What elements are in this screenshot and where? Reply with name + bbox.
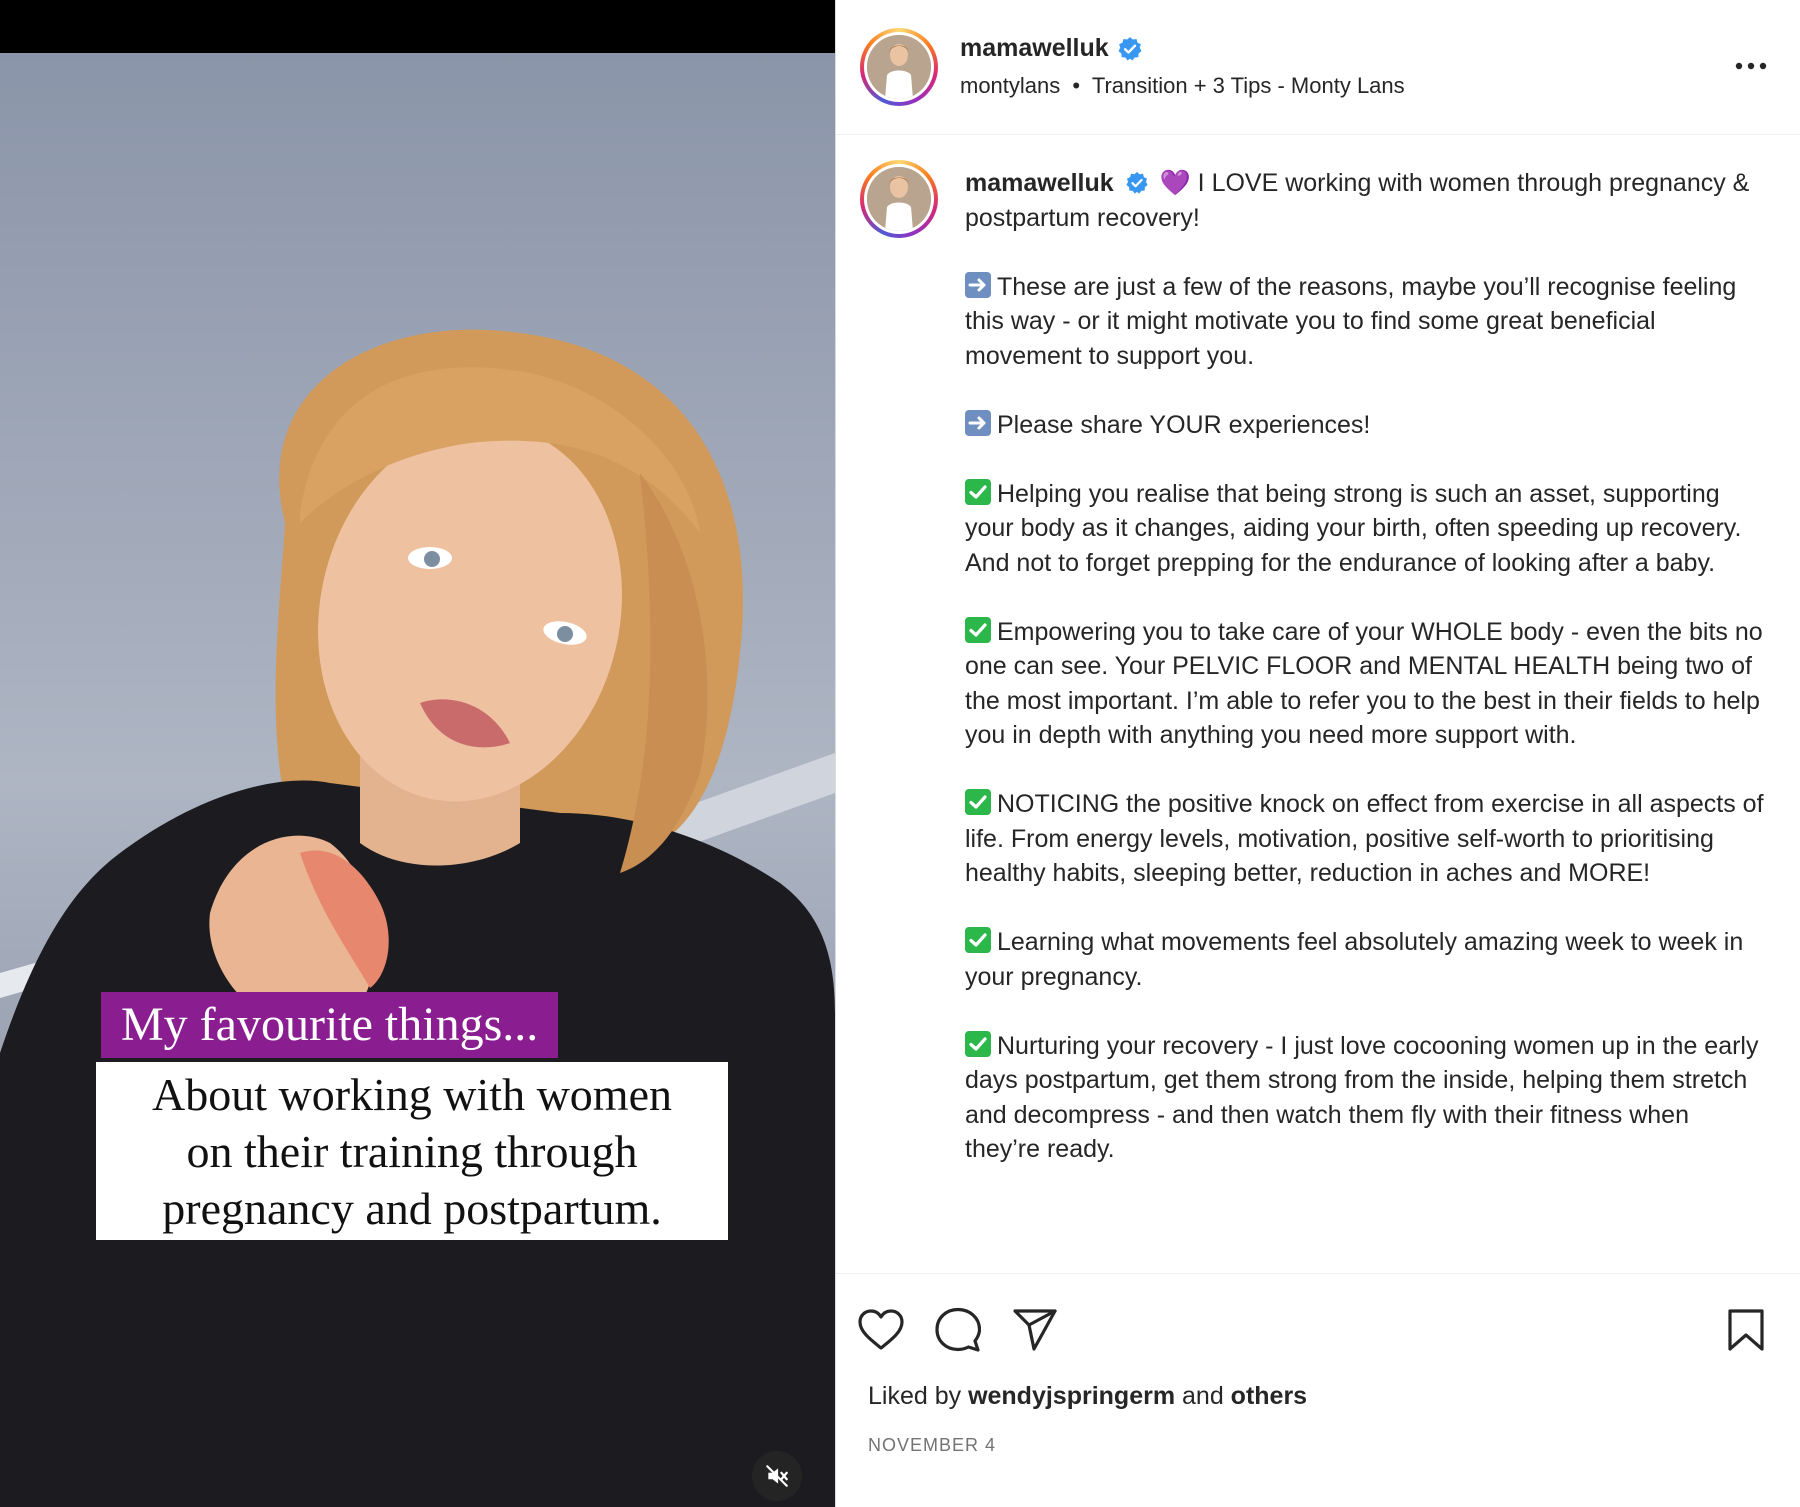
audio-title[interactable]: Transition + 3 Tips - Monty Lans bbox=[1092, 73, 1405, 98]
check-mark-emoji bbox=[965, 616, 991, 643]
header-username-row: mamawelluk bbox=[960, 34, 1143, 63]
caption-paragraph-text: Helping you realise that being strong is… bbox=[965, 479, 1742, 577]
video-caption-line: pregnancy and postpartum. bbox=[162, 1183, 662, 1234]
reel-video-player[interactable]: My favourite things... About working wit… bbox=[0, 0, 835, 1507]
liked-others[interactable]: others bbox=[1231, 1382, 1307, 1410]
caption-paragraph: Please share YOUR experiences! bbox=[965, 408, 1765, 443]
caption-paragraph: Learning what movements feel absolutely … bbox=[965, 925, 1765, 994]
muted-speaker-icon bbox=[766, 1465, 788, 1487]
arrow-right-emoji bbox=[965, 271, 991, 298]
video-caption-line: on their training through bbox=[186, 1126, 638, 1177]
paper-plane-icon bbox=[1013, 1309, 1057, 1351]
avatar-photo bbox=[867, 167, 931, 231]
comment-button[interactable] bbox=[933, 1305, 983, 1355]
video-person-illustration bbox=[0, 53, 835, 1507]
check-mark-emoji bbox=[965, 927, 991, 953]
check-mark-emoji bbox=[965, 478, 991, 505]
avatar[interactable] bbox=[860, 28, 938, 106]
post-date[interactable]: NOVEMBER 4 bbox=[868, 1435, 996, 1456]
post-header: mamawelluk montylans • Transition + 3 Ti… bbox=[836, 0, 1800, 135]
video-caption-heading: My favourite things... bbox=[101, 992, 559, 1058]
caption-paragraph: These are just a few of the reasons, may… bbox=[965, 270, 1765, 374]
verified-badge-icon bbox=[1126, 172, 1148, 194]
purple-heart-emoji: 💜 bbox=[1159, 169, 1191, 197]
caption-paragraph: Nurturing your recovery - I just love co… bbox=[965, 1029, 1765, 1167]
arrow-right-emoji bbox=[965, 409, 991, 436]
caption-paragraph-text: These are just a few of the reasons, may… bbox=[965, 272, 1737, 370]
bookmark-icon bbox=[1728, 1309, 1764, 1351]
caption-paragraph: Empowering you to take care of your WHOL… bbox=[965, 615, 1765, 753]
caption-intro: mamawelluk 💜 I LOVE working with women t… bbox=[965, 166, 1765, 235]
audio-attribution[interactable]: montylans • Transition + 3 Tips - Monty … bbox=[960, 73, 1405, 99]
liked-prefix: Liked by bbox=[868, 1382, 969, 1410]
caption-paragraph-text: Please share YOUR experiences! bbox=[997, 410, 1371, 439]
save-button[interactable] bbox=[1721, 1305, 1771, 1355]
caption-username[interactable]: mamawelluk bbox=[965, 169, 1114, 197]
check-mark-emoji bbox=[965, 789, 991, 815]
caption-paragraph-text: NOTICING the positive knock on effect fr… bbox=[965, 790, 1764, 887]
more-options-icon bbox=[1735, 62, 1767, 70]
video-frame[interactable]: My favourite things... About working wit… bbox=[0, 53, 835, 1507]
liked-and: and bbox=[1175, 1382, 1231, 1410]
caption-paragraph-text: Empowering you to take care of your WHOL… bbox=[965, 617, 1763, 750]
caption-paragraph-text: Learning what movements feel absolutely … bbox=[965, 928, 1744, 991]
post-caption: mamawelluk 💜 I LOVE working with women t… bbox=[965, 166, 1765, 1201]
like-button[interactable] bbox=[856, 1305, 906, 1355]
audio-username[interactable]: montylans bbox=[960, 73, 1060, 98]
audio-separator: • bbox=[1072, 73, 1081, 98]
share-button[interactable] bbox=[1010, 1305, 1060, 1355]
caption-paragraph: Helping you realise that being strong is… bbox=[965, 477, 1765, 581]
verified-badge-icon bbox=[1118, 36, 1142, 60]
mute-toggle-button[interactable] bbox=[752, 1451, 802, 1501]
comments-section[interactable]: mamawelluk 💜 I LOVE working with women t… bbox=[836, 136, 1800, 1273]
post-actions: Liked by wendyjspringerm and others NOVE… bbox=[836, 1273, 1800, 1507]
likes-summary[interactable]: Liked by wendyjspringerm and others bbox=[868, 1382, 1307, 1411]
more-options-button[interactable] bbox=[1726, 48, 1776, 84]
check-mark-emoji bbox=[965, 1030, 991, 1057]
video-caption-body: About working with women on their traini… bbox=[96, 1062, 728, 1240]
caption-paragraph: NOTICING the positive knock on effect fr… bbox=[965, 787, 1765, 891]
header-username[interactable]: mamawelluk bbox=[960, 34, 1109, 63]
liked-user[interactable]: wendyjspringerm bbox=[968, 1382, 1175, 1410]
heart-icon bbox=[858, 1309, 904, 1350]
caption-avatar[interactable] bbox=[860, 160, 938, 238]
comment-bubble-icon bbox=[935, 1307, 981, 1352]
avatar-photo bbox=[867, 35, 931, 99]
post-panel: mamawelluk montylans • Transition + 3 Ti… bbox=[835, 0, 1800, 1507]
caption-paragraph-text: Nurturing your recovery - I just love co… bbox=[965, 1031, 1759, 1164]
video-caption-line: About working with women bbox=[151, 1069, 672, 1120]
